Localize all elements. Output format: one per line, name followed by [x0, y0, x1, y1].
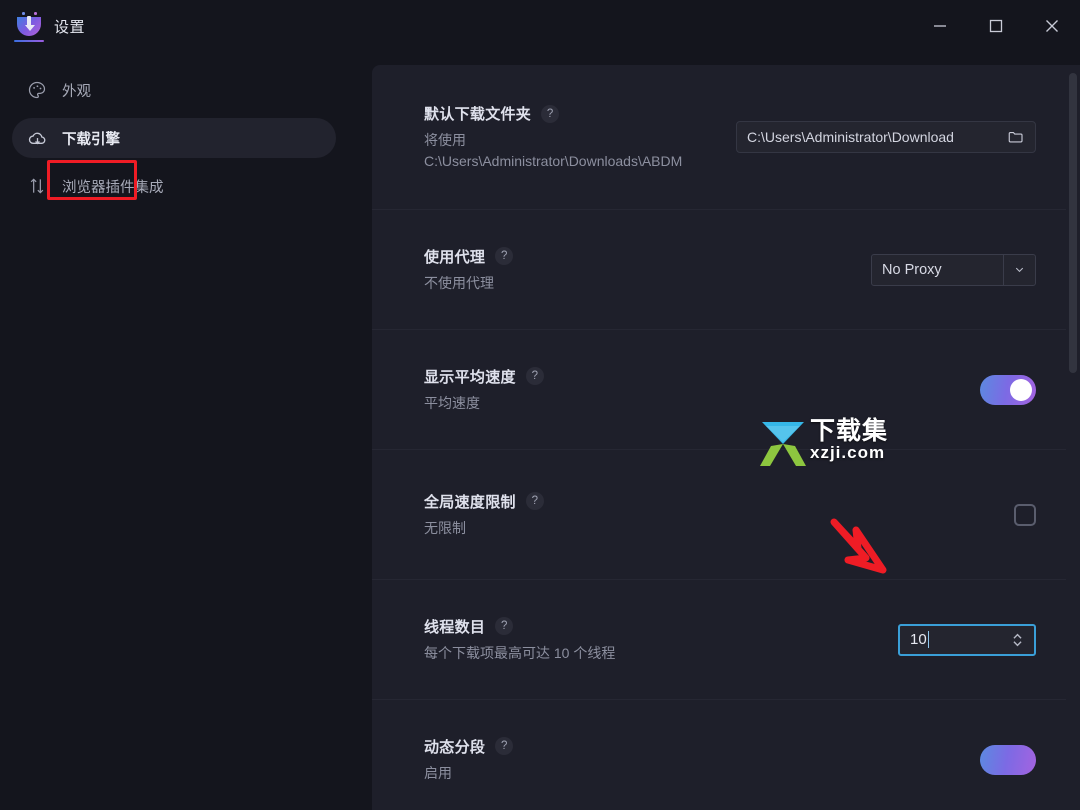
- proxy-select-value: No Proxy: [882, 261, 942, 278]
- minimize-icon: [934, 25, 946, 27]
- setting-text: 显示平均速度 ? 平均速度: [424, 366, 980, 413]
- setting-control: C:\Users\Administrator\Download: [736, 121, 1036, 153]
- setting-control: No Proxy: [871, 253, 1036, 286]
- help-icon[interactable]: ?: [525, 367, 544, 386]
- folder-icon[interactable]: [1007, 128, 1025, 146]
- download-folder-value: C:\Users\Administrator\Download: [747, 129, 954, 145]
- setting-subtitle: 每个下载项最高可达 10 个线程: [424, 644, 616, 661]
- thread-count-value: 10: [910, 631, 927, 648]
- setting-subtitle: 不使用代理: [424, 274, 494, 291]
- window-controls: [912, 0, 1080, 52]
- setting-control: [980, 374, 1036, 405]
- setting-text: 全局速度限制 ? 无限制: [424, 491, 1014, 538]
- sidebar-item-label: 下载引擎: [62, 131, 120, 148]
- setting-text: 使用代理 ? 不使用代理: [424, 246, 871, 293]
- setting-subtitle: 将使用 C:\Users\Administrator\Downloads\ABD…: [424, 132, 683, 169]
- help-icon[interactable]: ?: [541, 104, 560, 123]
- download-folder-input[interactable]: C:\Users\Administrator\Download: [736, 121, 1036, 153]
- setting-title: 线程数目: [424, 618, 486, 636]
- window-title: 设置: [54, 18, 86, 36]
- setting-title: 动态分段: [424, 738, 486, 756]
- setting-control: 10: [898, 623, 1036, 656]
- sidebar: 外观 下载引擎 浏览器插件集成: [0, 52, 348, 810]
- setting-row-thread-count: 线程数目 ? 每个下载项最高可达 10 个线程 10: [372, 580, 1066, 700]
- window-body: 外观 下载引擎 浏览器插件集成 默认下载文件夹 ? 将使用 C:\Users\A…: [0, 52, 1080, 810]
- scrollbar-thumb[interactable]: [1069, 73, 1077, 373]
- settings-panel: 默认下载文件夹 ? 将使用 C:\Users\Administrator\Dow…: [372, 65, 1080, 810]
- sidebar-item-download-engine[interactable]: 下载引擎: [12, 118, 336, 158]
- setting-text: 线程数目 ? 每个下载项最高可达 10 个线程: [424, 616, 898, 663]
- thread-count-input[interactable]: 10: [898, 623, 1036, 656]
- setting-row-average-speed: 显示平均速度 ? 平均速度: [372, 330, 1066, 450]
- help-icon[interactable]: ?: [495, 247, 514, 266]
- help-icon[interactable]: ?: [495, 617, 514, 636]
- setting-control: [1014, 503, 1036, 526]
- settings-window: 设置 外观 下载引擎 浏览器插件集成 默认下载文件夹 ? 将使用 C:\User…: [0, 0, 1080, 810]
- global-speed-limit-checkbox[interactable]: [1014, 503, 1036, 526]
- setting-subtitle: 启用: [424, 764, 452, 781]
- sidebar-item-label: 外观: [62, 83, 91, 100]
- help-icon[interactable]: ?: [525, 492, 544, 511]
- sidebar-item-appearance[interactable]: 外观: [12, 70, 336, 110]
- setting-title: 全局速度限制: [424, 493, 516, 511]
- content-scrollbar[interactable]: [1068, 73, 1078, 810]
- setting-row-default-folder: 默认下载文件夹 ? 将使用 C:\Users\Administrator\Dow…: [372, 65, 1066, 210]
- transfer-arrows-icon: [26, 175, 48, 197]
- setting-control: [980, 744, 1036, 775]
- close-button[interactable]: [1024, 0, 1080, 52]
- setting-row-dynamic-segmentation: 动态分段 ? 启用: [372, 700, 1066, 810]
- close-icon: [1046, 20, 1058, 32]
- setting-title: 使用代理: [424, 248, 486, 266]
- setting-text: 动态分段 ? 启用: [424, 736, 980, 783]
- setting-subtitle: 无限制: [424, 519, 466, 536]
- maximize-icon: [989, 19, 1003, 33]
- setting-text: 默认下载文件夹 ? 将使用 C:\Users\Administrator\Dow…: [424, 103, 736, 171]
- download-app-logo-icon: [14, 11, 44, 42]
- spinner-arrows-icon[interactable]: [1011, 632, 1024, 648]
- sidebar-item-browser-extension[interactable]: 浏览器插件集成: [12, 166, 336, 206]
- toggle-knob: [1010, 378, 1032, 401]
- proxy-select[interactable]: No Proxy: [871, 253, 1036, 286]
- help-icon[interactable]: ?: [495, 737, 514, 756]
- maximize-button[interactable]: [968, 0, 1024, 52]
- minimize-button[interactable]: [912, 0, 968, 52]
- settings-rows: 默认下载文件夹 ? 将使用 C:\Users\Administrator\Dow…: [372, 65, 1080, 810]
- title-bar: 设置: [0, 0, 1080, 52]
- setting-row-proxy: 使用代理 ? 不使用代理 No Proxy: [372, 210, 1066, 330]
- palette-icon: [26, 79, 48, 101]
- dynamic-segmentation-toggle[interactable]: [980, 744, 1036, 775]
- average-speed-toggle[interactable]: [980, 374, 1036, 405]
- setting-row-global-speed-limit: 全局速度限制 ? 无限制: [372, 450, 1066, 580]
- setting-subtitle: 平均速度: [424, 394, 480, 411]
- app-brand: 设置: [0, 11, 86, 42]
- setting-title: 默认下载文件夹: [424, 106, 532, 124]
- text-cursor: [927, 631, 929, 648]
- setting-title: 显示平均速度: [424, 368, 516, 386]
- cloud-download-icon: [26, 127, 48, 149]
- sidebar-item-label: 浏览器插件集成: [62, 179, 164, 196]
- settings-content: 默认下载文件夹 ? 将使用 C:\Users\Administrator\Dow…: [348, 52, 1080, 810]
- chevron-down-icon[interactable]: [1003, 254, 1035, 285]
